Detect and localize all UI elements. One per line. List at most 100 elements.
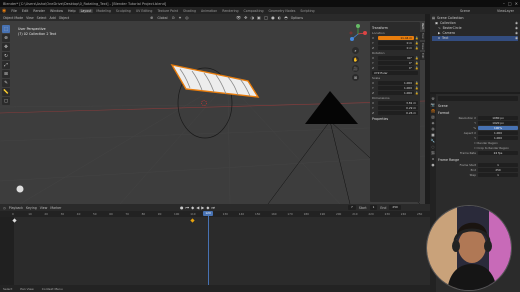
annotate-tool-icon[interactable]: ✎ (2, 79, 10, 87)
current-frame-field[interactable]: 7 (348, 205, 356, 210)
frame-end-field[interactable]: 250 (478, 168, 518, 172)
lock-icon[interactable]: 🔓 (415, 91, 418, 95)
rotation-z-field[interactable]: 0° (378, 66, 414, 70)
material-shading-icon[interactable]: ◐ (278, 15, 282, 20)
scale-tool-icon[interactable]: ⤢ (2, 61, 10, 69)
tab-tool[interactable]: Tool (420, 32, 425, 40)
timeline-editor-icon[interactable]: ◷ (3, 206, 6, 210)
end-frame-field[interactable]: 250 (389, 205, 401, 210)
resolution-x-field[interactable]: 1080 px (478, 116, 518, 120)
menu-view[interactable]: View (26, 16, 34, 20)
lock-icon[interactable]: 🔓 (415, 66, 418, 70)
menu-view-timeline[interactable]: View (40, 206, 48, 210)
menu-add[interactable]: Add (50, 16, 56, 20)
ortho-grid-icon[interactable]: ⊞ (352, 74, 359, 81)
rotate-tool-icon[interactable]: ↻ (2, 52, 10, 60)
transform-orientation-icon[interactable]: ⊕ (150, 15, 153, 20)
start-frame-field[interactable]: 1 (369, 205, 378, 210)
dimensions-y-field[interactable]: 0.29 m (378, 106, 418, 110)
menu-select[interactable]: Select (37, 16, 47, 20)
render-region-checkbox[interactable]: ☐ Render Region (474, 141, 518, 145)
workspace-tab-uv-editing[interactable]: UV Editing (134, 9, 155, 13)
cursor-tool-icon[interactable]: ⊕ (2, 34, 10, 42)
frame-start-field[interactable]: 1 (478, 163, 518, 167)
menu-file[interactable]: File (9, 9, 19, 13)
workspace-tab-compositing[interactable]: Compositing (242, 9, 266, 13)
tab-edit[interactable]: Edit (420, 52, 425, 60)
select-box-tool-icon[interactable]: ⬚ (2, 25, 10, 33)
workspace-tab-animation[interactable]: Animation (199, 9, 219, 13)
camera-view-icon[interactable]: 🎥 (352, 65, 359, 72)
aspect-y-field[interactable]: 1.000 (478, 136, 518, 140)
solid-shading-icon[interactable]: ● (271, 15, 275, 20)
aspect-x-field[interactable]: 1.000 (478, 131, 518, 135)
properties-search-input[interactable] (438, 96, 518, 101)
workspace-tab-geometry-nodes[interactable]: Geometry Nodes (267, 9, 298, 13)
jump-end-icon[interactable]: ⏭ (211, 205, 215, 210)
menu-edit[interactable]: Edit (20, 9, 30, 13)
gizmo-toggle-icon[interactable]: ✥ (244, 15, 247, 20)
play-reverse-icon[interactable]: ◀ (196, 205, 199, 210)
visibility-icon[interactable]: 👁 (236, 15, 241, 20)
physics-props-icon[interactable]: ◌ (431, 145, 434, 149)
view-layer-props-icon[interactable]: ▧ (431, 115, 434, 119)
navigation-gizmo[interactable] (348, 24, 368, 44)
3d-viewport[interactable]: ⬚ ⊕ ✥ ↻ ⤢ ⊞ ✎ 📏 ▢ User Perspective (7) 0… (0, 21, 425, 204)
location-x-field[interactable]: 11.44 m (378, 36, 414, 40)
output-props-icon[interactable]: 🖨 (431, 109, 436, 113)
proportional-edit-icon[interactable]: ◎ (185, 15, 189, 20)
tab-item[interactable]: Item (420, 22, 425, 31)
workspace-tab-rendering[interactable]: Rendering (220, 9, 240, 13)
modifier-props-icon[interactable]: 🔧 (431, 139, 435, 143)
overlay-toggle-icon[interactable]: ◑ (250, 15, 254, 20)
jump-start-icon[interactable]: ⏮ (186, 205, 190, 210)
record-icon[interactable]: ● (180, 205, 184, 210)
dimensions-z-field[interactable]: 0.26 m (378, 111, 418, 115)
lock-icon[interactable]: 🔓 (415, 81, 418, 85)
location-z-field[interactable]: 0 m (378, 46, 414, 50)
view-layer-selector[interactable]: ViewLayer (497, 9, 514, 13)
resolution-percent-slider[interactable]: 100% (478, 126, 518, 130)
dimensions-x-field[interactable]: 3.81 m (378, 101, 418, 105)
snap-icon[interactable]: ⌖ (179, 15, 181, 20)
lock-icon[interactable]: 🔓 (415, 61, 418, 65)
constraint-props-icon[interactable]: ⛓ (431, 151, 436, 155)
menu-marker[interactable]: Marker (50, 206, 61, 210)
menu-object[interactable]: Object (59, 16, 69, 20)
next-key-icon[interactable]: ◆ (206, 205, 209, 210)
keyframe-marker[interactable] (190, 218, 195, 223)
zoom-icon[interactable]: ⌕ (352, 47, 359, 54)
menu-keying[interactable]: Keying (26, 206, 37, 210)
format-section-header[interactable]: Format (438, 111, 518, 115)
close-icon[interactable]: ✕ (515, 1, 518, 6)
frame-rate-dropdown[interactable]: 24 fps (478, 151, 518, 155)
text-object-selected[interactable] (170, 63, 260, 98)
menu-window[interactable]: Window (48, 9, 65, 13)
rotation-y-field[interactable]: 0° (378, 61, 414, 65)
render-props-icon[interactable]: 📷 (431, 103, 435, 107)
options-dropdown[interactable]: Options (291, 16, 303, 20)
crop-render-region-checkbox[interactable]: ☐ Crop to Render Region (474, 146, 518, 150)
workspace-tab-scripting[interactable]: Scripting (298, 9, 316, 13)
rotation-x-field[interactable]: 90° (378, 56, 414, 60)
lock-icon[interactable]: 🔓 (415, 86, 418, 90)
workspace-tab-sculpting[interactable]: Sculpting (114, 9, 133, 13)
outliner-row-text[interactable]: a Text ◉ (432, 36, 518, 41)
camera-object[interactable] (305, 91, 358, 124)
add-cube-tool-icon[interactable]: ▢ (2, 97, 10, 105)
tool-props-icon[interactable]: ⚒ (431, 97, 434, 101)
properties-section-header[interactable]: Properties (372, 117, 418, 121)
scene-selector[interactable]: Scene (460, 9, 470, 13)
scale-z-field[interactable]: 1.000 (378, 91, 414, 95)
workspace-tab-layout[interactable]: Layout (78, 8, 94, 13)
data-props-icon[interactable]: a (432, 157, 434, 161)
timeline-ruler[interactable]: 0 10 20 30 40 50 60 70 80 90 100 110 120 130 140 150 160… (0, 211, 430, 217)
pan-hand-icon[interactable]: ✋ (352, 56, 359, 63)
rotation-mode-dropdown[interactable]: XYZ Euler (372, 71, 418, 75)
resolution-y-field[interactable]: 1920 px (478, 121, 518, 125)
maximize-icon[interactable]: □ (508, 1, 512, 6)
rendered-shading-icon[interactable]: ◓ (284, 15, 288, 20)
measure-tool-icon[interactable]: 📏 (2, 88, 10, 96)
prev-key-icon[interactable]: ◆ (191, 205, 194, 210)
workspace-tab-shading[interactable]: Shading (181, 9, 198, 13)
